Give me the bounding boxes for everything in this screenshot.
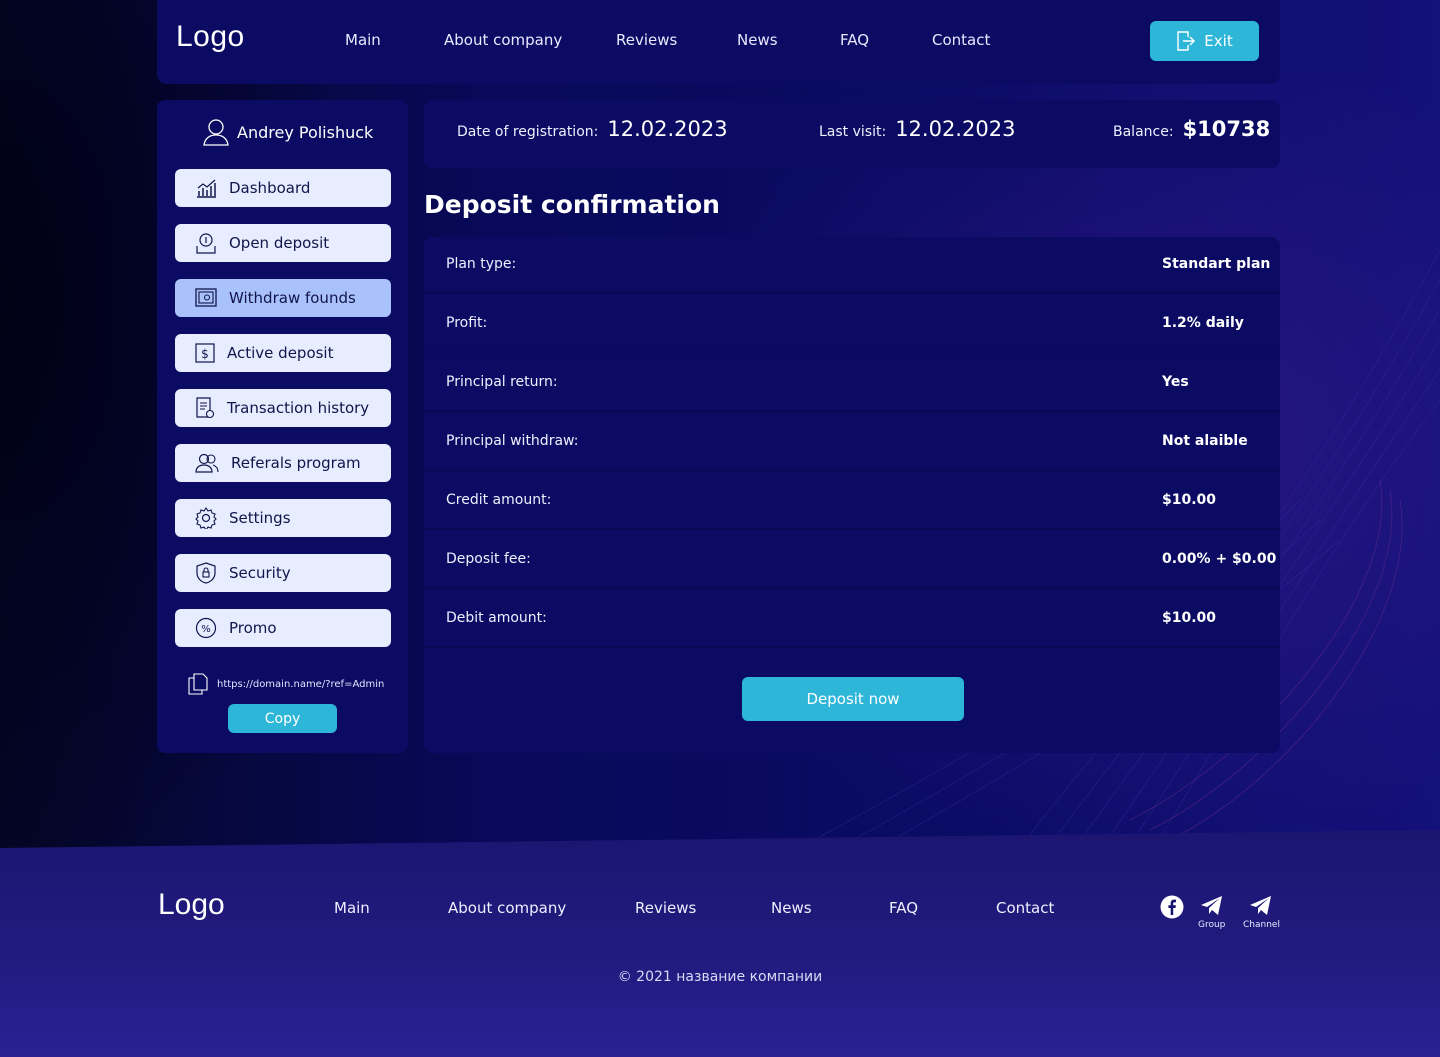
nav-faq[interactable]: FAQ <box>840 31 869 49</box>
row-label: Profit: <box>446 315 488 331</box>
referral-url: https://domain.name/?ref=Admin <box>217 678 385 690</box>
last-visit-value: 12.02.2023 <box>895 117 1016 141</box>
facebook-icon <box>1160 895 1184 919</box>
nav-news[interactable]: News <box>737 31 778 49</box>
user-name: Andrey Polishuck <box>237 122 374 142</box>
balance: Balance: $10738 <box>1113 117 1270 141</box>
row-value: Not alaible <box>1162 433 1248 449</box>
telegram-icon <box>1200 896 1222 915</box>
telegram-icon <box>1250 896 1272 915</box>
row-value: Standart plan <box>1162 256 1271 272</box>
sidebar: Andrey Polishuck Dashboard Open deposit … <box>157 100 408 753</box>
footer-nav-main[interactable]: Main <box>334 899 370 917</box>
table-row: Debit amount: $10.00 <box>424 591 1280 648</box>
row-value: 1.2% daily <box>1162 315 1244 331</box>
document-icon <box>196 397 215 419</box>
last-visit-label: Last visit: <box>819 124 887 140</box>
logout-icon <box>1177 31 1196 51</box>
telegram-group-link[interactable]: Group <box>1198 895 1225 930</box>
page-title: Deposit confirmation <box>424 190 720 219</box>
deposit-icon <box>196 233 216 254</box>
row-label: Debit amount: <box>446 610 547 626</box>
social-caption: Channel <box>1243 920 1280 930</box>
exit-label: Exit <box>1204 32 1233 50</box>
chart-icon <box>197 179 216 198</box>
sidebar-item-transaction-history[interactable]: Transaction history <box>175 389 391 427</box>
sidebar-item-label: Dashboard <box>229 179 311 197</box>
user-profile: Andrey Polishuck <box>203 118 373 146</box>
row-value: $10.00 <box>1162 492 1217 508</box>
sidebar-item-label: Open deposit <box>229 234 330 252</box>
referral-link: https://domain.name/?ref=Admin <box>187 673 384 695</box>
facebook-link[interactable] <box>1160 895 1184 919</box>
balance-value: $10738 <box>1182 117 1271 141</box>
footer-background <box>0 830 1440 1057</box>
sidebar-item-open-deposit[interactable]: Open deposit <box>175 224 391 262</box>
sidebar-item-dashboard[interactable]: Dashboard <box>175 169 391 207</box>
nav-main[interactable]: Main <box>345 31 381 49</box>
header-logo[interactable]: Logo <box>176 20 245 54</box>
row-value: $10.00 <box>1162 610 1217 626</box>
copy-button[interactable]: Copy <box>228 704 337 733</box>
sidebar-item-security[interactable]: Security <box>175 554 391 592</box>
safe-icon <box>195 288 217 307</box>
footer-nav-about-company[interactable]: About company <box>448 899 566 917</box>
sidebar-item-promo[interactable]: % Promo <box>175 609 391 647</box>
row-label: Plan type: <box>446 256 517 272</box>
sidebar-item-label: Active deposit <box>227 344 334 362</box>
row-value: 0.00% + $0.00 <box>1162 551 1277 567</box>
footer-nav-contact[interactable]: Contact <box>996 899 1054 917</box>
registration-label: Date of registration: <box>457 124 599 140</box>
copy-icon[interactable] <box>187 673 209 695</box>
row-label: Deposit fee: <box>446 551 531 567</box>
footer-logo[interactable]: Logo <box>158 888 225 922</box>
registration-date: Date of registration: 12.02.2023 <box>457 117 728 141</box>
sidebar-item-label: Transaction history <box>227 399 370 417</box>
social-caption: Group <box>1198 920 1226 930</box>
gear-icon <box>195 507 217 529</box>
row-value: Yes <box>1162 374 1189 390</box>
nav-about-company[interactable]: About company <box>444 31 562 49</box>
last-visit: Last visit: 12.02.2023 <box>819 117 1015 141</box>
balance-label: Balance: <box>1113 124 1174 140</box>
sidebar-item-settings[interactable]: Settings <box>175 499 391 537</box>
footer-nav-faq[interactable]: FAQ <box>889 899 918 917</box>
percent-icon: % <box>195 617 217 639</box>
shield-icon <box>196 562 216 584</box>
table-row: Principal return: Yes <box>424 355 1280 412</box>
registration-value: 12.02.2023 <box>607 117 728 141</box>
users-icon <box>195 453 219 473</box>
sidebar-item-withdraw-founds[interactable]: Withdraw founds <box>175 279 391 317</box>
sidebar-item-referals-program[interactable]: Referals program <box>175 444 391 482</box>
telegram-channel-link[interactable]: Channel <box>1243 895 1280 930</box>
sidebar-item-label: Security <box>229 564 291 582</box>
row-label: Principal withdraw: <box>446 433 579 449</box>
exit-button[interactable]: Exit <box>1150 21 1259 61</box>
sidebar-item-label: Referals program <box>231 454 361 472</box>
sidebar-item-label: Settings <box>229 509 291 527</box>
sidebar-item-label: Withdraw founds <box>229 289 356 307</box>
table-row: Deposit fee: 0.00% + $0.00 <box>424 532 1280 589</box>
account-info-bar: Date of registration: 12.02.2023 Last vi… <box>424 100 1280 168</box>
svg-text:$: $ <box>201 347 209 361</box>
svg-text:%: % <box>201 624 211 635</box>
footer-nav-reviews[interactable]: Reviews <box>635 899 696 917</box>
sidebar-item-label: Promo <box>229 619 277 637</box>
sidebar-item-active-deposit[interactable]: $ Active deposit <box>175 334 391 372</box>
footer-nav-news[interactable]: News <box>771 899 812 917</box>
table-row: Credit amount: $10.00 <box>424 473 1280 530</box>
user-icon <box>203 119 229 146</box>
table-row: Plan type: Standart plan <box>424 237 1280 294</box>
nav-reviews[interactable]: Reviews <box>616 31 677 49</box>
row-label: Credit amount: <box>446 492 552 508</box>
top-header: Logo Main About company Reviews News FAQ… <box>157 0 1280 84</box>
deposit-now-button[interactable]: Deposit now <box>742 677 964 721</box>
deposit-confirmation-panel: Plan type: Standart plan Profit: 1.2% da… <box>424 237 1280 753</box>
nav-contact[interactable]: Contact <box>932 31 990 49</box>
table-row: Principal withdraw: Not alaible <box>424 414 1280 471</box>
dollar-icon: $ <box>195 343 215 363</box>
copyright-text: © 2021 название компании <box>617 969 823 985</box>
table-row: Profit: 1.2% daily <box>424 296 1280 353</box>
row-label: Principal return: <box>446 374 558 390</box>
